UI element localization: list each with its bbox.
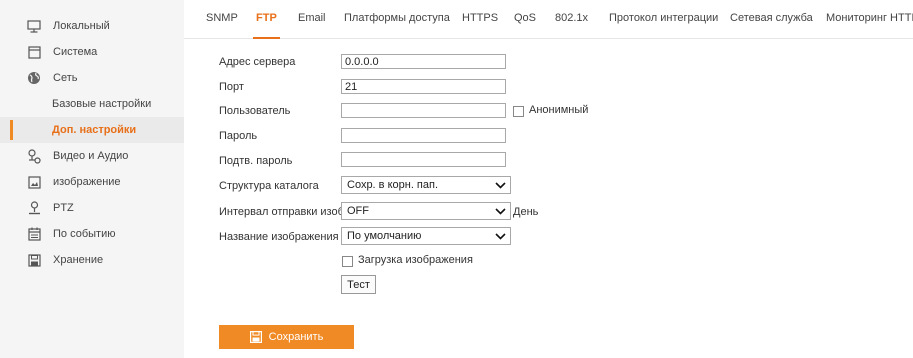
tab-snmp[interactable]: SNMP [206, 12, 238, 38]
sidebar-item-basic-settings[interactable]: Базовые настройки [0, 91, 184, 117]
ptz-icon [27, 201, 41, 215]
upload-interval-select[interactable]: OFF [341, 202, 511, 220]
password-label: Пароль [219, 130, 258, 142]
sidebar-item-image[interactable]: изображение [0, 169, 184, 195]
anonymous-checkbox[interactable] [513, 106, 524, 117]
tab-integration-protocol[interactable]: Протокол интеграции [609, 12, 718, 38]
confirm-password-input[interactable] [341, 152, 506, 167]
image-name-select[interactable]: По умолчанию [341, 227, 511, 245]
save-button-label: Сохранить [268, 331, 324, 343]
calendar-icon [27, 227, 41, 241]
save-button[interactable]: Сохранить [219, 325, 354, 349]
server-address-input[interactable] [341, 54, 506, 69]
confirm-password-label: Подтв. пароль [219, 155, 293, 167]
globe-icon [27, 71, 41, 85]
upload-image-label: Загрузка изображения [358, 254, 473, 266]
system-icon [27, 45, 41, 59]
sidebar-item-label: По событию [53, 228, 116, 240]
sidebar-item-video-audio[interactable]: Видео и Аудио [0, 143, 184, 169]
chevron-down-icon [495, 208, 506, 215]
sidebar-item-label: Доп. настройки [52, 124, 137, 136]
port-input[interactable] [341, 79, 506, 94]
sidebar-item-label: Сеть [53, 72, 78, 84]
tab-8021x[interactable]: 802.1x [555, 12, 588, 38]
chevron-down-icon [495, 233, 506, 240]
sidebar-item-label: Видео и Аудио [53, 150, 129, 162]
tab-ftp[interactable]: FTP [253, 12, 280, 39]
image-icon [27, 175, 41, 189]
sidebar-item-system[interactable]: Система [0, 39, 184, 65]
tab-https[interactable]: HTTPS [462, 12, 498, 38]
upload-interval-value: OFF [347, 205, 369, 217]
server-address-label: Адрес сервера [219, 56, 296, 68]
tab-http-monitoring[interactable]: Мониторинг HTTP [826, 12, 913, 38]
sidebar-item-advanced-settings[interactable]: Доп. настройки [0, 117, 184, 143]
upload-interval-unit: День [513, 206, 539, 218]
monitor-icon [27, 19, 41, 33]
tab-network-service[interactable]: Сетевая служба [730, 12, 813, 38]
directory-structure-label: Структура каталога [219, 180, 319, 192]
user-label: Пользователь [219, 105, 291, 117]
storage-icon [27, 253, 41, 267]
upload-interval-label: Интервал отправки изоб... [219, 206, 354, 218]
upload-image-checkbox[interactable] [342, 256, 353, 267]
video-audio-icon [27, 148, 41, 164]
sidebar-item-event[interactable]: По событию [0, 221, 184, 247]
image-name-value: По умолчанию [347, 230, 422, 242]
password-input[interactable] [341, 128, 506, 143]
chevron-down-icon [495, 182, 506, 189]
sidebar-item-label: Система [53, 46, 98, 58]
save-icon [249, 331, 262, 343]
directory-structure-select[interactable]: Сохр. в корн. пап. [341, 176, 511, 194]
sidebar: Локальный Система Сеть Базовые настройки… [0, 0, 184, 358]
sidebar-item-ptz[interactable]: PTZ [0, 195, 184, 221]
tab-access-platforms[interactable]: Платформы доступа [344, 12, 450, 38]
image-name-label: Название изображения [219, 231, 339, 243]
tab-email[interactable]: Email [298, 12, 326, 38]
sidebar-item-label: PTZ [53, 202, 74, 214]
tab-bar: SNMP FTP Email Платформы доступа HTTPS Q… [184, 0, 913, 39]
sidebar-item-label: Базовые настройки [52, 98, 152, 110]
sidebar-item-storage[interactable]: Хранение [0, 247, 184, 273]
sidebar-item-local[interactable]: Локальный [0, 13, 184, 39]
sidebar-item-label: изображение [53, 176, 121, 188]
user-input[interactable] [341, 103, 506, 118]
anonymous-label: Анонимный [529, 104, 589, 116]
test-button[interactable]: Тест [341, 275, 376, 294]
port-label: Порт [219, 81, 244, 93]
sidebar-item-network[interactable]: Сеть [0, 65, 184, 91]
tab-qos[interactable]: QoS [514, 12, 536, 38]
sidebar-item-label: Хранение [53, 254, 104, 266]
sidebar-item-label: Локальный [53, 20, 110, 32]
directory-structure-value: Сохр. в корн. пап. [347, 179, 439, 191]
